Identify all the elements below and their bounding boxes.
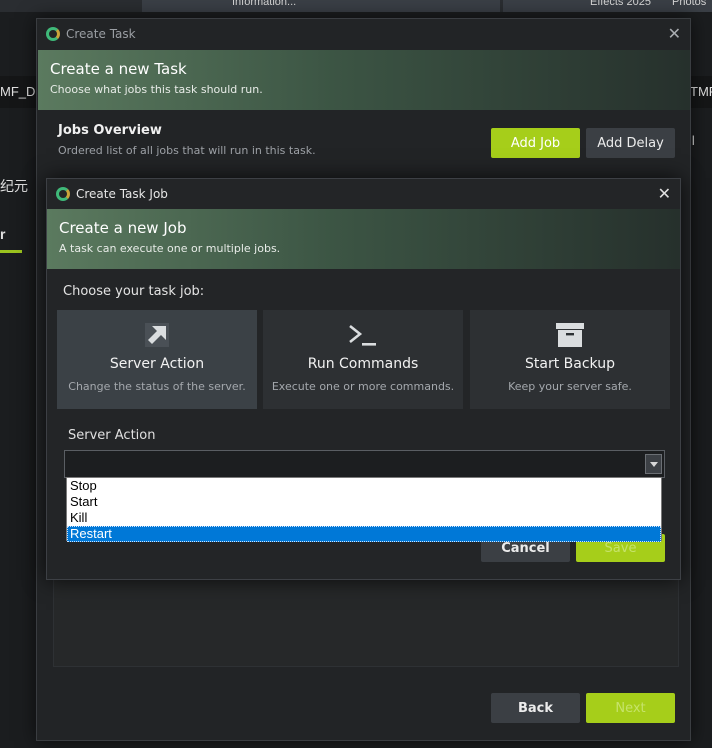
window-title: Create Task: [66, 27, 136, 41]
card-description: Change the status of the server.: [68, 380, 246, 393]
server-action-dropdown: Stop Start Kill Restart: [66, 477, 662, 542]
dropdown-option-kill[interactable]: Kill: [67, 510, 661, 526]
server-action-select[interactable]: [64, 450, 665, 478]
window-title: Create Task Job: [76, 187, 168, 201]
chevron-down-icon[interactable]: [645, 454, 662, 474]
choose-job-label: Choose your task job:: [63, 284, 205, 299]
background-tab: [142, 0, 500, 12]
card-title: Start Backup: [525, 356, 615, 372]
jobs-overview-title: Jobs Overview: [58, 123, 162, 138]
background-topbar: Information... Effects 2025 Photos: [0, 0, 712, 12]
add-job-button[interactable]: Add Job: [491, 128, 580, 158]
card-title: Server Action: [109, 356, 205, 372]
start-backup-card[interactable]: Start Backup Keep your server safe.: [470, 310, 670, 409]
archive-box-icon: [470, 322, 670, 348]
app-logo-icon: [56, 187, 70, 201]
run-commands-card[interactable]: Run Commands Execute one or more command…: [263, 310, 463, 409]
arrow-up-right-icon: [57, 322, 257, 348]
background-text: Photos: [672, 0, 707, 8]
background-text: Effects 2025: [590, 0, 651, 8]
background-text: Information...: [232, 0, 297, 8]
background-text: MF_D: [0, 84, 36, 99]
background-tab-label: r: [0, 226, 6, 242]
dropdown-option-start[interactable]: Start: [67, 494, 661, 510]
next-button[interactable]: Next: [586, 693, 675, 723]
server-action-label: Server Action: [68, 428, 156, 443]
back-button[interactable]: Back: [491, 693, 580, 723]
jobs-overview-subtitle: Ordered list of all jobs that will run i…: [58, 144, 316, 157]
jobs-list: [53, 579, 679, 667]
server-action-card[interactable]: Server Action Change the status of the s…: [57, 310, 257, 409]
card-title: Run Commands: [307, 356, 419, 372]
dropdown-option-stop[interactable]: Stop: [67, 478, 661, 494]
background-text: TMF: [690, 84, 712, 99]
card-description: Keep your server safe.: [508, 380, 632, 393]
dialog-heading: Create a new Job: [59, 219, 187, 237]
dialog-subheading: Choose what jobs this task should run.: [50, 83, 263, 96]
dialog-subheading: A task can execute one or multiple jobs.: [59, 242, 281, 255]
background-text: 纪元: [0, 178, 28, 194]
dialog-heading: Create a new Task: [50, 60, 187, 78]
close-icon[interactable]: ✕: [658, 186, 671, 202]
background-tab-underline: [0, 250, 22, 253]
create-task-titlebar: Create Task ✕: [37, 19, 690, 49]
create-task-job-titlebar: Create Task Job ✕: [47, 179, 680, 209]
card-description: Execute one or more commands.: [271, 380, 455, 393]
add-delay-button[interactable]: Add Delay: [586, 128, 675, 158]
terminal-icon: [263, 322, 463, 348]
app-logo-icon: [46, 27, 60, 41]
close-icon[interactable]: ✕: [668, 26, 681, 42]
create-task-header: Create a new Task Choose what jobs this …: [38, 50, 690, 110]
create-job-header: Create a new Job A task can execute one …: [47, 209, 680, 269]
dropdown-option-restart[interactable]: Restart: [67, 526, 661, 542]
